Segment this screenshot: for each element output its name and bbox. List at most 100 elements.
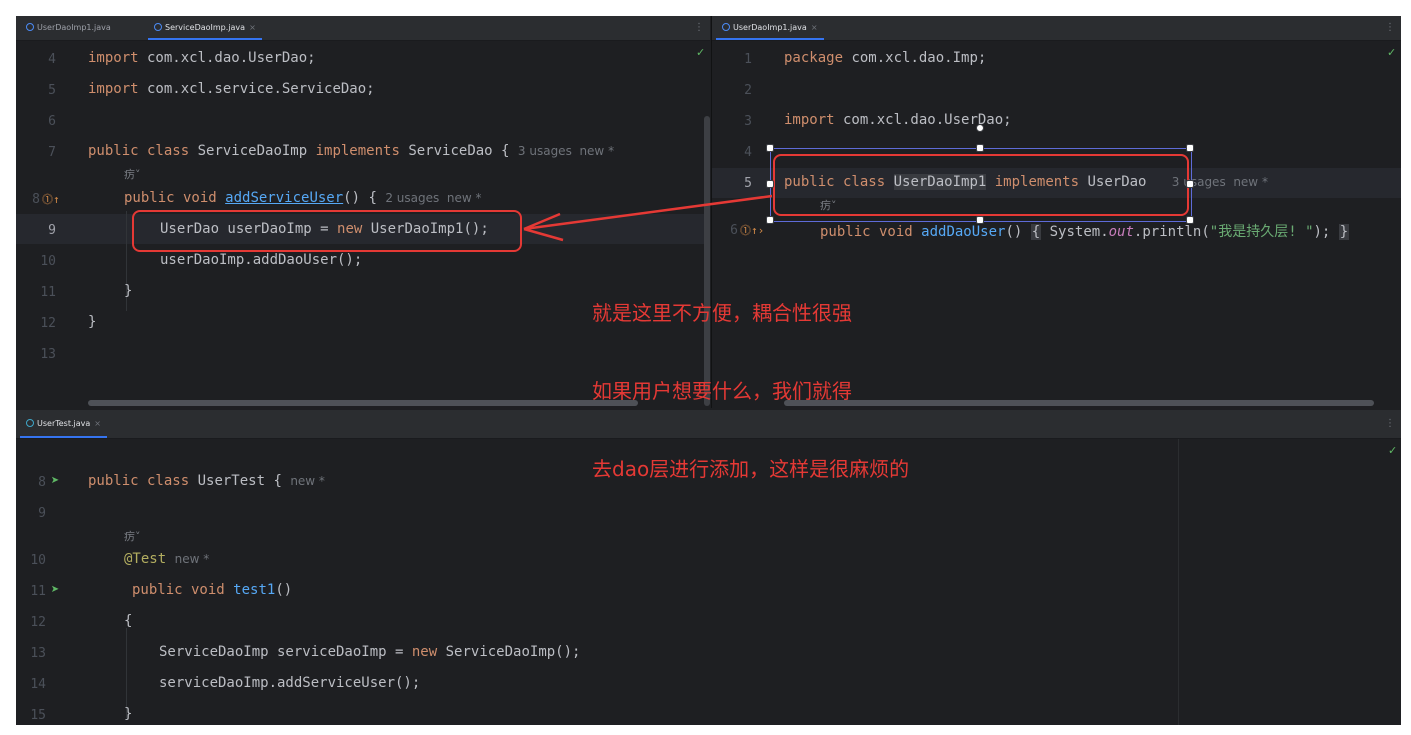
highlight-box-new-userdaoimp1 xyxy=(132,210,522,252)
line-number: 13 xyxy=(40,347,56,362)
method-name: addServiceUser xyxy=(225,190,344,206)
code-text: () xyxy=(1005,224,1031,240)
code-line[interactable]: public class UserTest { new * xyxy=(88,473,325,489)
code-line[interactable]: public class ServiceDaoImp implements Se… xyxy=(88,143,614,159)
usages-hint[interactable]: 2 usages new * xyxy=(385,191,481,205)
annotation-line: 去dao层进行添加，这样是很麻烦的 xyxy=(592,457,910,481)
line-number: 13 xyxy=(30,646,46,661)
run-test-icon[interactable]: ➤ xyxy=(51,582,59,598)
resize-handle[interactable] xyxy=(1186,180,1194,188)
more-tabs-icon[interactable]: ⋮ xyxy=(1385,410,1395,438)
code-line[interactable]: public void test1() xyxy=(132,582,292,598)
ai-agent-icon[interactable]: 疠˅ xyxy=(124,166,141,182)
more-tabs-icon[interactable]: ⋮ xyxy=(694,16,704,40)
code-text: } xyxy=(124,283,133,299)
line-number: 6 xyxy=(48,114,56,129)
line-number: 7 xyxy=(48,145,56,160)
resize-handle[interactable] xyxy=(766,180,774,188)
run-test-icon[interactable]: ➤ xyxy=(51,473,59,489)
line-number: 3 xyxy=(744,114,752,129)
code-text: com.xcl.dao.UserDao; xyxy=(834,112,1012,128)
tab-bar: UserDaoImp1.java × ⋮ xyxy=(712,16,1401,41)
static-field: out xyxy=(1108,224,1134,240)
code-line[interactable]: } xyxy=(88,314,96,330)
code-line[interactable]: package com.xcl.dao.Imp; xyxy=(784,50,986,66)
indent-guide xyxy=(126,628,127,718)
tab-user-test[interactable]: UserTest.java × xyxy=(20,410,107,438)
keyword: public void xyxy=(124,190,226,206)
close-icon[interactable]: × xyxy=(94,419,101,428)
code-text: userDaoImp.addDaoUser(); xyxy=(160,252,363,268)
resize-handle[interactable] xyxy=(766,216,774,224)
code-line[interactable]: userDaoImp.addDaoUser(); xyxy=(160,252,362,268)
line-number: 8 xyxy=(38,475,46,490)
code-text: () { xyxy=(343,190,377,206)
tab-service-dao-imp[interactable]: ServiceDaoImp.java × xyxy=(148,16,262,40)
close-icon[interactable]: × xyxy=(811,23,818,32)
code-line[interactable]: public void addServiceUser() { 2 usages … xyxy=(124,190,482,206)
resize-handle[interactable] xyxy=(1186,216,1194,224)
line-number: 10 xyxy=(40,254,56,269)
method-name: addDaoUser xyxy=(921,224,1006,240)
check-icon: ✓ xyxy=(1388,444,1398,457)
code-text: () xyxy=(275,582,293,598)
more-tabs-icon[interactable]: ⋮ xyxy=(1385,16,1395,40)
code-text: } xyxy=(88,314,97,330)
horizontal-scrollbar[interactable] xyxy=(88,400,638,406)
line-number: 12 xyxy=(30,615,46,630)
line-number: 11 xyxy=(30,584,46,599)
right-margin-guide xyxy=(1178,439,1179,725)
code-line[interactable]: } xyxy=(124,283,132,299)
close-icon[interactable]: × xyxy=(249,23,256,32)
rotate-handle[interactable] xyxy=(976,124,984,132)
implements-icon[interactable]: ⓵↑› xyxy=(740,222,764,238)
tab-label: ServiceDaoImp.java xyxy=(165,23,246,32)
code-line[interactable]: public void addDaoUser() { System.out.pr… xyxy=(820,221,1350,241)
author-hint[interactable]: new * xyxy=(290,474,325,488)
code-line[interactable]: ServiceDaoImp serviceDaoImp = new Servic… xyxy=(159,644,580,660)
line-number: 11 xyxy=(40,285,56,300)
code-text: } xyxy=(124,706,133,722)
code-line[interactable]: @Test new * xyxy=(124,551,209,567)
code-line[interactable]: import com.xcl.dao.UserDao; xyxy=(88,50,316,66)
code-text: { xyxy=(124,613,133,629)
line-number: 5 xyxy=(48,83,56,98)
resize-handle[interactable] xyxy=(976,144,984,152)
keyword: public class xyxy=(88,473,190,489)
code-line[interactable]: import com.xcl.service.ServiceDao; xyxy=(88,81,375,97)
line-number: 14 xyxy=(30,677,46,692)
keyword: import xyxy=(88,50,139,66)
code-line[interactable]: } xyxy=(124,706,132,722)
author-hint[interactable]: new * xyxy=(175,552,210,566)
java-class-icon xyxy=(722,23,730,31)
code-text: ServiceDaoImp serviceDaoImp = xyxy=(159,644,412,660)
resize-handle[interactable] xyxy=(766,144,774,152)
code-line[interactable]: serviceDaoImp.addServiceUser(); xyxy=(159,675,420,691)
annotation: @Test xyxy=(124,551,167,567)
ai-agent-icon[interactable]: 疠˅ xyxy=(124,528,141,544)
line-number: 5 xyxy=(744,176,752,191)
implements-icon[interactable]: ⓵↑ xyxy=(42,191,60,207)
tab-user-dao-imp1[interactable]: UserDaoImp1.java × xyxy=(716,16,824,40)
keyword: implements xyxy=(315,143,400,159)
fold-brace[interactable]: { xyxy=(1030,224,1042,240)
tab-label: UserTest.java xyxy=(37,419,91,428)
code-text: com.xcl.dao.Imp; xyxy=(843,50,987,66)
code-text: serviceDaoImp.addServiceUser(); xyxy=(159,675,421,691)
resize-handle[interactable] xyxy=(976,216,984,224)
tab-user-dao-imp1[interactable]: UserDaoImp1.java xyxy=(20,16,117,40)
code-text: ); xyxy=(1313,224,1339,240)
code-text: .println( xyxy=(1133,224,1210,240)
keyword: package xyxy=(784,50,844,66)
usages-hint[interactable]: 3 usages new * xyxy=(518,144,614,158)
line-number: 4 xyxy=(48,52,56,67)
method-name: test1 xyxy=(233,582,276,598)
line-number: 4 xyxy=(744,145,752,160)
fold-brace[interactable]: } xyxy=(1338,224,1350,240)
tab-bar: UserDaoImp1.java ServiceDaoImp.java × ⋮ xyxy=(16,16,710,41)
keyword: public void xyxy=(820,224,922,240)
code-text: com.xcl.dao.UserDao; xyxy=(138,50,316,66)
resize-handle[interactable] xyxy=(1186,144,1194,152)
code-text: ServiceDaoImp xyxy=(189,143,316,159)
code-line[interactable]: { xyxy=(124,613,132,629)
